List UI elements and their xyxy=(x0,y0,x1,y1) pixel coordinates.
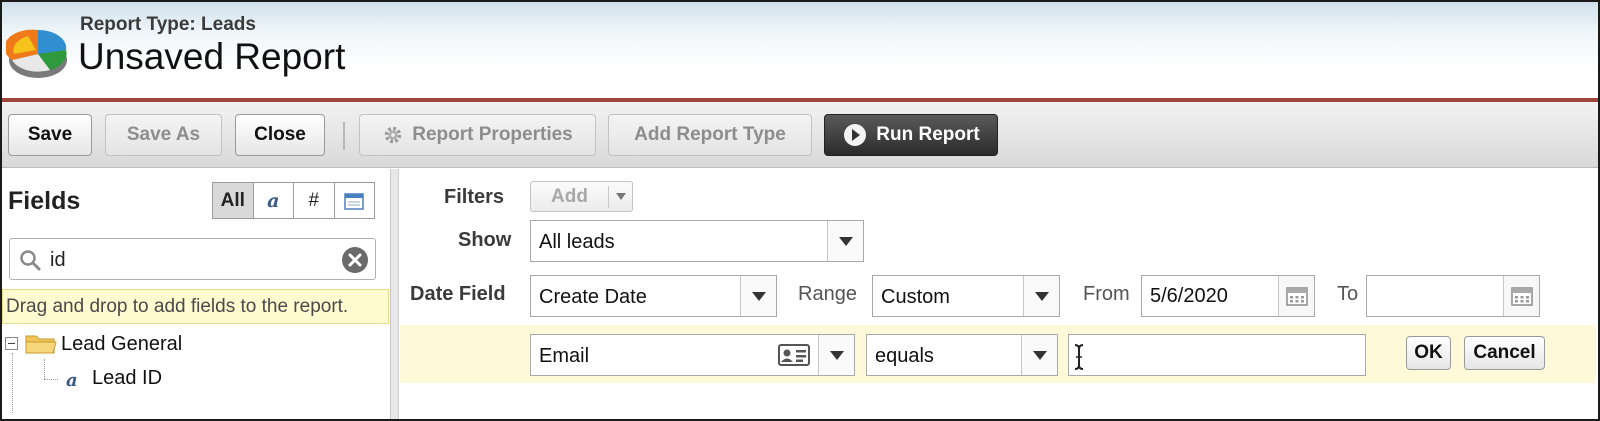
field-search-box xyxy=(9,238,376,280)
report-type-label: Report Type: Leads xyxy=(80,14,256,35)
from-label: From xyxy=(1083,283,1130,305)
tree-item-lead-id[interactable]: Lead ID xyxy=(92,367,162,390)
text-field-icon: a xyxy=(66,370,78,390)
save-button[interactable]: Save xyxy=(8,114,92,156)
gear-icon xyxy=(385,126,402,144)
tree-folder-lead-general[interactable]: Lead General xyxy=(61,333,182,356)
filter-all-button[interactable]: All xyxy=(213,183,254,218)
play-icon xyxy=(844,124,867,146)
toolbar: Save Save As Close Report Properties Add… xyxy=(2,102,1598,168)
new-filter-row: Email equals OK Cancel xyxy=(400,325,1596,383)
filters-panel: Filters Add Show All leads Date Field Cr… xyxy=(400,169,1598,419)
fields-title: Fields xyxy=(8,187,81,215)
to-date-input[interactable] xyxy=(1375,285,1495,308)
range-select[interactable]: Custom xyxy=(872,275,1060,317)
text-cursor-icon xyxy=(1074,344,1084,370)
to-date-field xyxy=(1366,275,1540,317)
cancel-button[interactable]: Cancel xyxy=(1464,336,1545,370)
chevron-down-icon xyxy=(740,276,776,316)
filter-number-button[interactable]: # xyxy=(294,183,335,218)
folder-icon xyxy=(25,335,57,354)
filter-date-button[interactable] xyxy=(335,183,375,218)
tree-connector xyxy=(12,353,13,413)
toolbar-separator xyxy=(343,122,345,150)
to-calendar-button[interactable] xyxy=(1503,276,1539,316)
report-properties-label: Report Properties xyxy=(412,124,573,145)
range-select-value: Custom xyxy=(881,286,950,308)
chevron-down-icon xyxy=(1023,276,1059,316)
run-report-button[interactable]: Run Report xyxy=(824,114,998,156)
tree-connector xyxy=(44,359,45,379)
show-select[interactable]: All leads xyxy=(530,220,864,262)
chevron-down-icon xyxy=(609,193,632,200)
calendar-icon xyxy=(344,192,364,210)
show-label: Show xyxy=(458,229,512,251)
field-type-filter: All a # xyxy=(212,182,375,219)
filter-field-value: Email xyxy=(539,345,590,367)
close-button[interactable]: Close xyxy=(235,114,325,156)
save-as-button[interactable]: Save As xyxy=(105,114,222,156)
svg-text:a: a xyxy=(66,370,78,390)
search-icon xyxy=(20,250,41,271)
add-report-type-button[interactable]: Add Report Type xyxy=(608,114,812,156)
clear-search-icon[interactable] xyxy=(341,246,369,274)
filter-operator-select[interactable]: equals xyxy=(866,334,1058,376)
report-properties-button[interactable]: Report Properties xyxy=(359,114,596,156)
field-search-input[interactable] xyxy=(50,247,330,273)
show-select-value: All leads xyxy=(539,231,615,253)
range-label: Range xyxy=(798,283,857,305)
page-header: Report Type: Leads Unsaved Report xyxy=(2,2,1598,98)
filter-text-button[interactable]: a xyxy=(254,183,294,218)
ok-button[interactable]: OK xyxy=(1406,336,1451,370)
panel-splitter[interactable] xyxy=(391,169,399,419)
collapse-toggle[interactable] xyxy=(5,337,18,350)
text-type-icon: a xyxy=(267,189,280,212)
from-date-input[interactable] xyxy=(1150,285,1270,308)
run-report-label: Run Report xyxy=(876,124,980,145)
to-label: To xyxy=(1337,283,1359,305)
chevron-down-icon xyxy=(1021,335,1057,375)
tree-connector xyxy=(44,379,58,380)
from-calendar-button[interactable] xyxy=(1278,276,1314,316)
filter-operator-value: equals xyxy=(875,345,934,367)
chevron-down-icon xyxy=(818,335,854,375)
report-builder-window: Report Type: Leads Unsaved Report Save S… xyxy=(0,0,1600,421)
add-filter-button[interactable]: Add xyxy=(530,181,633,212)
fields-panel: Fields All a # id Drag and drop to add f… xyxy=(2,169,391,419)
date-field-select-value: Create Date xyxy=(539,286,647,308)
calendar-icon xyxy=(1285,287,1308,306)
report-pie-logo-icon xyxy=(6,29,67,78)
chevron-down-icon xyxy=(827,221,863,261)
filter-field-select[interactable]: Email xyxy=(530,334,855,376)
calendar-icon xyxy=(1510,287,1533,306)
add-filter-label: Add xyxy=(531,185,609,208)
filter-value-field[interactable] xyxy=(1068,334,1366,376)
contact-card-icon[interactable] xyxy=(778,344,810,366)
date-field-label: Date Field xyxy=(410,283,506,305)
page-title: Unsaved Report xyxy=(78,36,346,77)
filters-label: Filters xyxy=(444,186,505,208)
drag-drop-hint: Drag and drop to add fields to the repor… xyxy=(2,289,389,324)
date-field-select[interactable]: Create Date xyxy=(530,275,777,317)
from-date-field xyxy=(1141,275,1315,317)
